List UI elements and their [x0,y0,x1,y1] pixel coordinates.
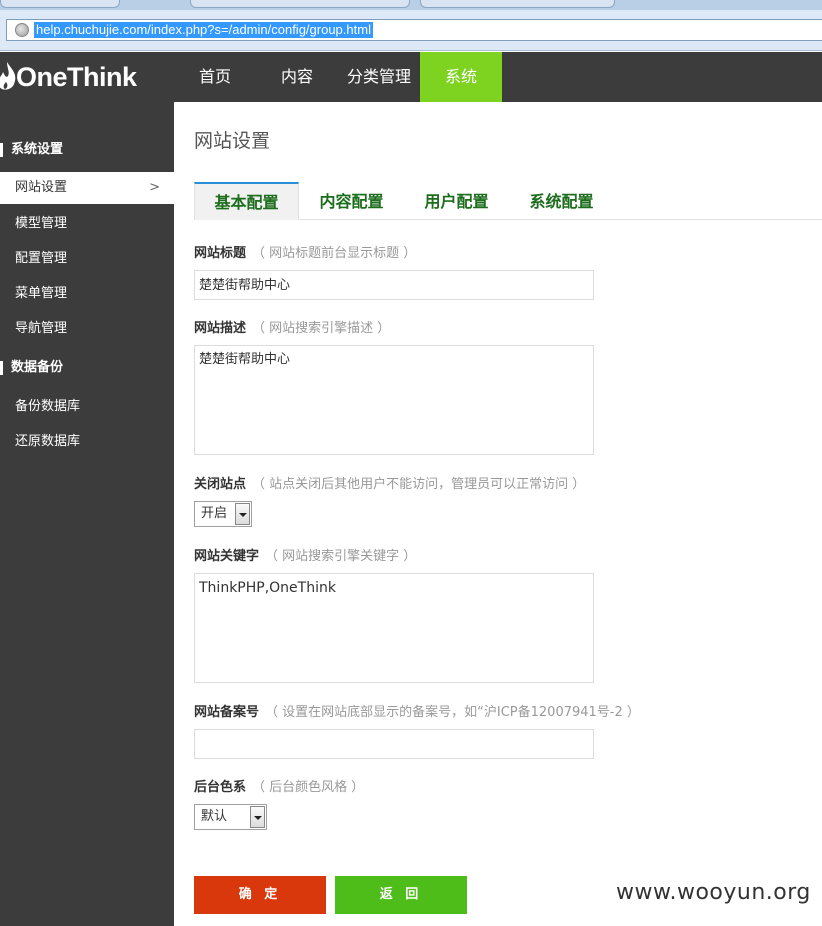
sidebar-section-backup: 数据备份 [0,354,174,382]
field-hint: （ 网站标题前台显示标题 ） [252,246,417,261]
logo-text: OneThink [16,62,137,92]
tab-user[interactable]: 用户配置 [404,182,509,220]
site-keywords-textarea[interactable]: ThinkPHP,OneThink [194,573,594,683]
tab-system[interactable]: 系统配置 [509,182,614,220]
sidebar-item-backup-db[interactable]: 备份数据库 [0,391,174,423]
field-label-text: 网站关键字 [194,549,260,564]
sidebar-item-navigation[interactable]: 导航管理 [0,313,174,345]
site-title-input[interactable]: 楚楚街帮助中心 [194,270,594,300]
close-site-select[interactable]: 开启 [194,501,252,527]
field-hint: （ 设置在网站底部显示的备案号，如“沪ICP备12007941号-2 ） [265,705,640,720]
url-input[interactable]: help.chuchujie.com/index.php?s=/admin/co… [6,19,822,41]
select-value: 默认 [201,809,228,824]
nav-content[interactable]: 内容 [256,52,338,102]
field-hint: （ 后台颜色风格 ） [252,780,365,795]
field-hint: （ 网站搜索引擎描述 ） [252,321,391,336]
sidebar-section-system: 系统设置 [0,136,174,164]
dropdown-arrow-icon [250,806,265,828]
sidebar-item-restore-db[interactable]: 还原数据库 [0,426,174,458]
site-description-label: 网站描述 （ 网站搜索引擎描述 ） [194,317,390,336]
sidebar-item-models[interactable]: 模型管理 [0,208,174,240]
browser-tab[interactable] [0,0,120,8]
sidebar-section-title: 系统设置 [11,142,64,157]
browser-tab[interactable] [420,0,615,8]
browser-tab[interactable] [190,0,410,8]
address-bar: help.chuchujie.com/index.php?s=/admin/co… [0,10,822,51]
tab-content[interactable]: 内容配置 [299,182,404,220]
nav-category[interactable]: 分类管理 [338,52,420,102]
site-keywords-label: 网站关键字 （ 网站搜索引擎关键字 ） [194,545,416,564]
site-icp-label: 网站备案号 （ 设置在网站底部显示的备案号，如“沪ICP备12007941号-2 … [194,701,640,720]
nav-system[interactable]: 系统 [420,52,502,102]
globe-icon [15,23,29,37]
section-marker [0,361,3,375]
field-label-text: 关闭站点 [194,477,247,492]
site-description-textarea[interactable]: 楚楚街帮助中心 [194,345,594,455]
field-label-text: 后台色系 [194,780,247,795]
sidebar-item-label: 网站设置 [15,180,68,195]
onethink-logo[interactable]: OneThink [0,58,146,96]
main-content: 网站设置 基本配置 内容配置 用户配置 系统配置 网站标题 （ 网站标题前台显示标… [174,102,822,926]
field-label-text: 网站描述 [194,321,247,336]
admin-color-label: 后台色系 （ 后台颜色风格 ） [194,776,364,795]
close-site-label: 关闭站点 （ 站点关闭后其他用户不能访问，管理员可以正常访问 ） [194,473,585,492]
watermark: www.wooyun.org [616,880,811,905]
sidebar: 系统设置 网站设置 > 模型管理 配置管理 菜单管理 导航管理 数据备份 备份数… [0,102,174,926]
tab-basic[interactable]: 基本配置 [194,182,299,220]
field-hint: （ 网站搜索引擎关键字 ） [265,549,417,564]
confirm-button[interactable]: 确 定 [194,876,326,914]
field-label-text: 网站标题 [194,246,247,261]
sidebar-item-site-settings[interactable]: 网站设置 > [0,172,174,204]
admin-color-select[interactable]: 默认 [194,804,267,830]
sidebar-item-config[interactable]: 配置管理 [0,243,174,275]
chevron-right-icon: > [149,180,160,195]
dropdown-arrow-icon [235,503,250,525]
top-navigation: OneThink 首页 内容 分类管理 系统 [0,52,822,102]
select-value: 开启 [201,506,228,521]
back-button[interactable]: 返 回 [335,876,467,914]
site-icp-input[interactable] [194,729,594,759]
url-text[interactable]: help.chuchujie.com/index.php?s=/admin/co… [34,22,373,38]
section-marker [0,143,3,157]
browser-tab-strip [0,0,822,10]
field-label-text: 网站备案号 [194,705,260,720]
config-tabs: 基本配置 内容配置 用户配置 系统配置 [194,182,822,220]
nav-home[interactable]: 首页 [174,52,256,102]
sidebar-section-title: 数据备份 [11,360,64,375]
site-title-label: 网站标题 （ 网站标题前台显示标题 ） [194,242,416,261]
page-title: 网站设置 [194,130,271,152]
field-hint: （ 站点关闭后其他用户不能访问，管理员可以正常访问 ） [252,477,586,492]
sidebar-item-menu[interactable]: 菜单管理 [0,278,174,310]
